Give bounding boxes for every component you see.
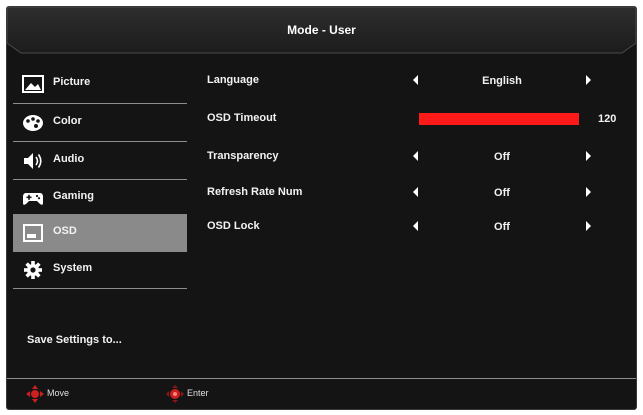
sidebar-item-label: OSD (53, 225, 77, 237)
setting-row-refresh-rate-num[interactable]: Refresh Rate Num Off (207, 183, 627, 203)
joystick-press-icon (166, 385, 184, 403)
picture-icon (22, 75, 44, 93)
header-band: Mode - User (7, 7, 636, 57)
sidebar-item-system[interactable]: System (13, 252, 187, 288)
palette-icon (23, 115, 43, 131)
arrow-right-icon[interactable] (586, 187, 591, 197)
arrow-left-icon[interactable] (413, 187, 418, 197)
page-title: Mode - User (287, 23, 356, 37)
speaker-icon (24, 153, 42, 169)
arrow-left-icon[interactable] (413, 221, 418, 231)
sidebar-item-osd[interactable]: OSD (13, 214, 187, 252)
setting-label: Language (207, 74, 259, 86)
setting-value: English (482, 75, 522, 87)
setting-row-osd-lock[interactable]: OSD Lock Off (207, 217, 627, 237)
arrow-right-icon[interactable] (586, 75, 591, 85)
setting-value: 120 (598, 113, 617, 125)
save-settings-button[interactable]: Save Settings to... (27, 334, 122, 346)
sidebar-divider (13, 103, 187, 104)
sidebar-item-label: Audio (53, 153, 85, 165)
arrow-right-icon[interactable] (586, 221, 591, 231)
osd-timeout-slider[interactable] (419, 113, 579, 125)
osd-menu-panel: Mode - User Picture Color Audio Gaming O… (6, 6, 637, 410)
setting-label: Transparency (207, 150, 279, 162)
sidebar-item-label: System (53, 262, 93, 274)
sidebar-item-color[interactable]: Color (13, 105, 187, 141)
joystick-move-icon (26, 385, 44, 403)
sidebar-divider (13, 141, 187, 142)
sidebar-item-audio[interactable]: Audio (13, 143, 187, 179)
setting-label: OSD Timeout (207, 112, 277, 124)
setting-label: OSD Lock (207, 220, 260, 232)
setting-value: Off (494, 151, 510, 163)
osd-window-icon (23, 224, 43, 242)
sidebar-item-picture[interactable]: Picture (13, 66, 187, 102)
sidebar-item-gaming[interactable]: Gaming (13, 180, 187, 216)
sidebar-divider (13, 288, 187, 289)
sidebar-item-label: Color (53, 115, 82, 127)
setting-label: Refresh Rate Num (207, 186, 303, 198)
slider-fill (419, 113, 579, 125)
arrow-left-icon[interactable] (413, 151, 418, 161)
setting-value: Off (494, 221, 510, 233)
setting-row-osd-timeout[interactable]: OSD Timeout 120 (207, 109, 627, 129)
arrow-left-icon[interactable] (413, 75, 418, 85)
enter-label: Enter (187, 388, 209, 398)
setting-row-language[interactable]: Language English (207, 71, 627, 91)
setting-row-transparency[interactable]: Transparency Off (207, 147, 627, 167)
arrow-right-icon[interactable] (586, 151, 591, 161)
sidebar-item-label: Gaming (53, 190, 94, 202)
move-label: Move (47, 388, 70, 398)
sidebar-item-label: Picture (53, 76, 91, 88)
gear-icon (24, 261, 42, 279)
footer-divider (7, 378, 636, 379)
setting-value: Off (494, 187, 510, 199)
gamepad-icon (23, 193, 43, 205)
